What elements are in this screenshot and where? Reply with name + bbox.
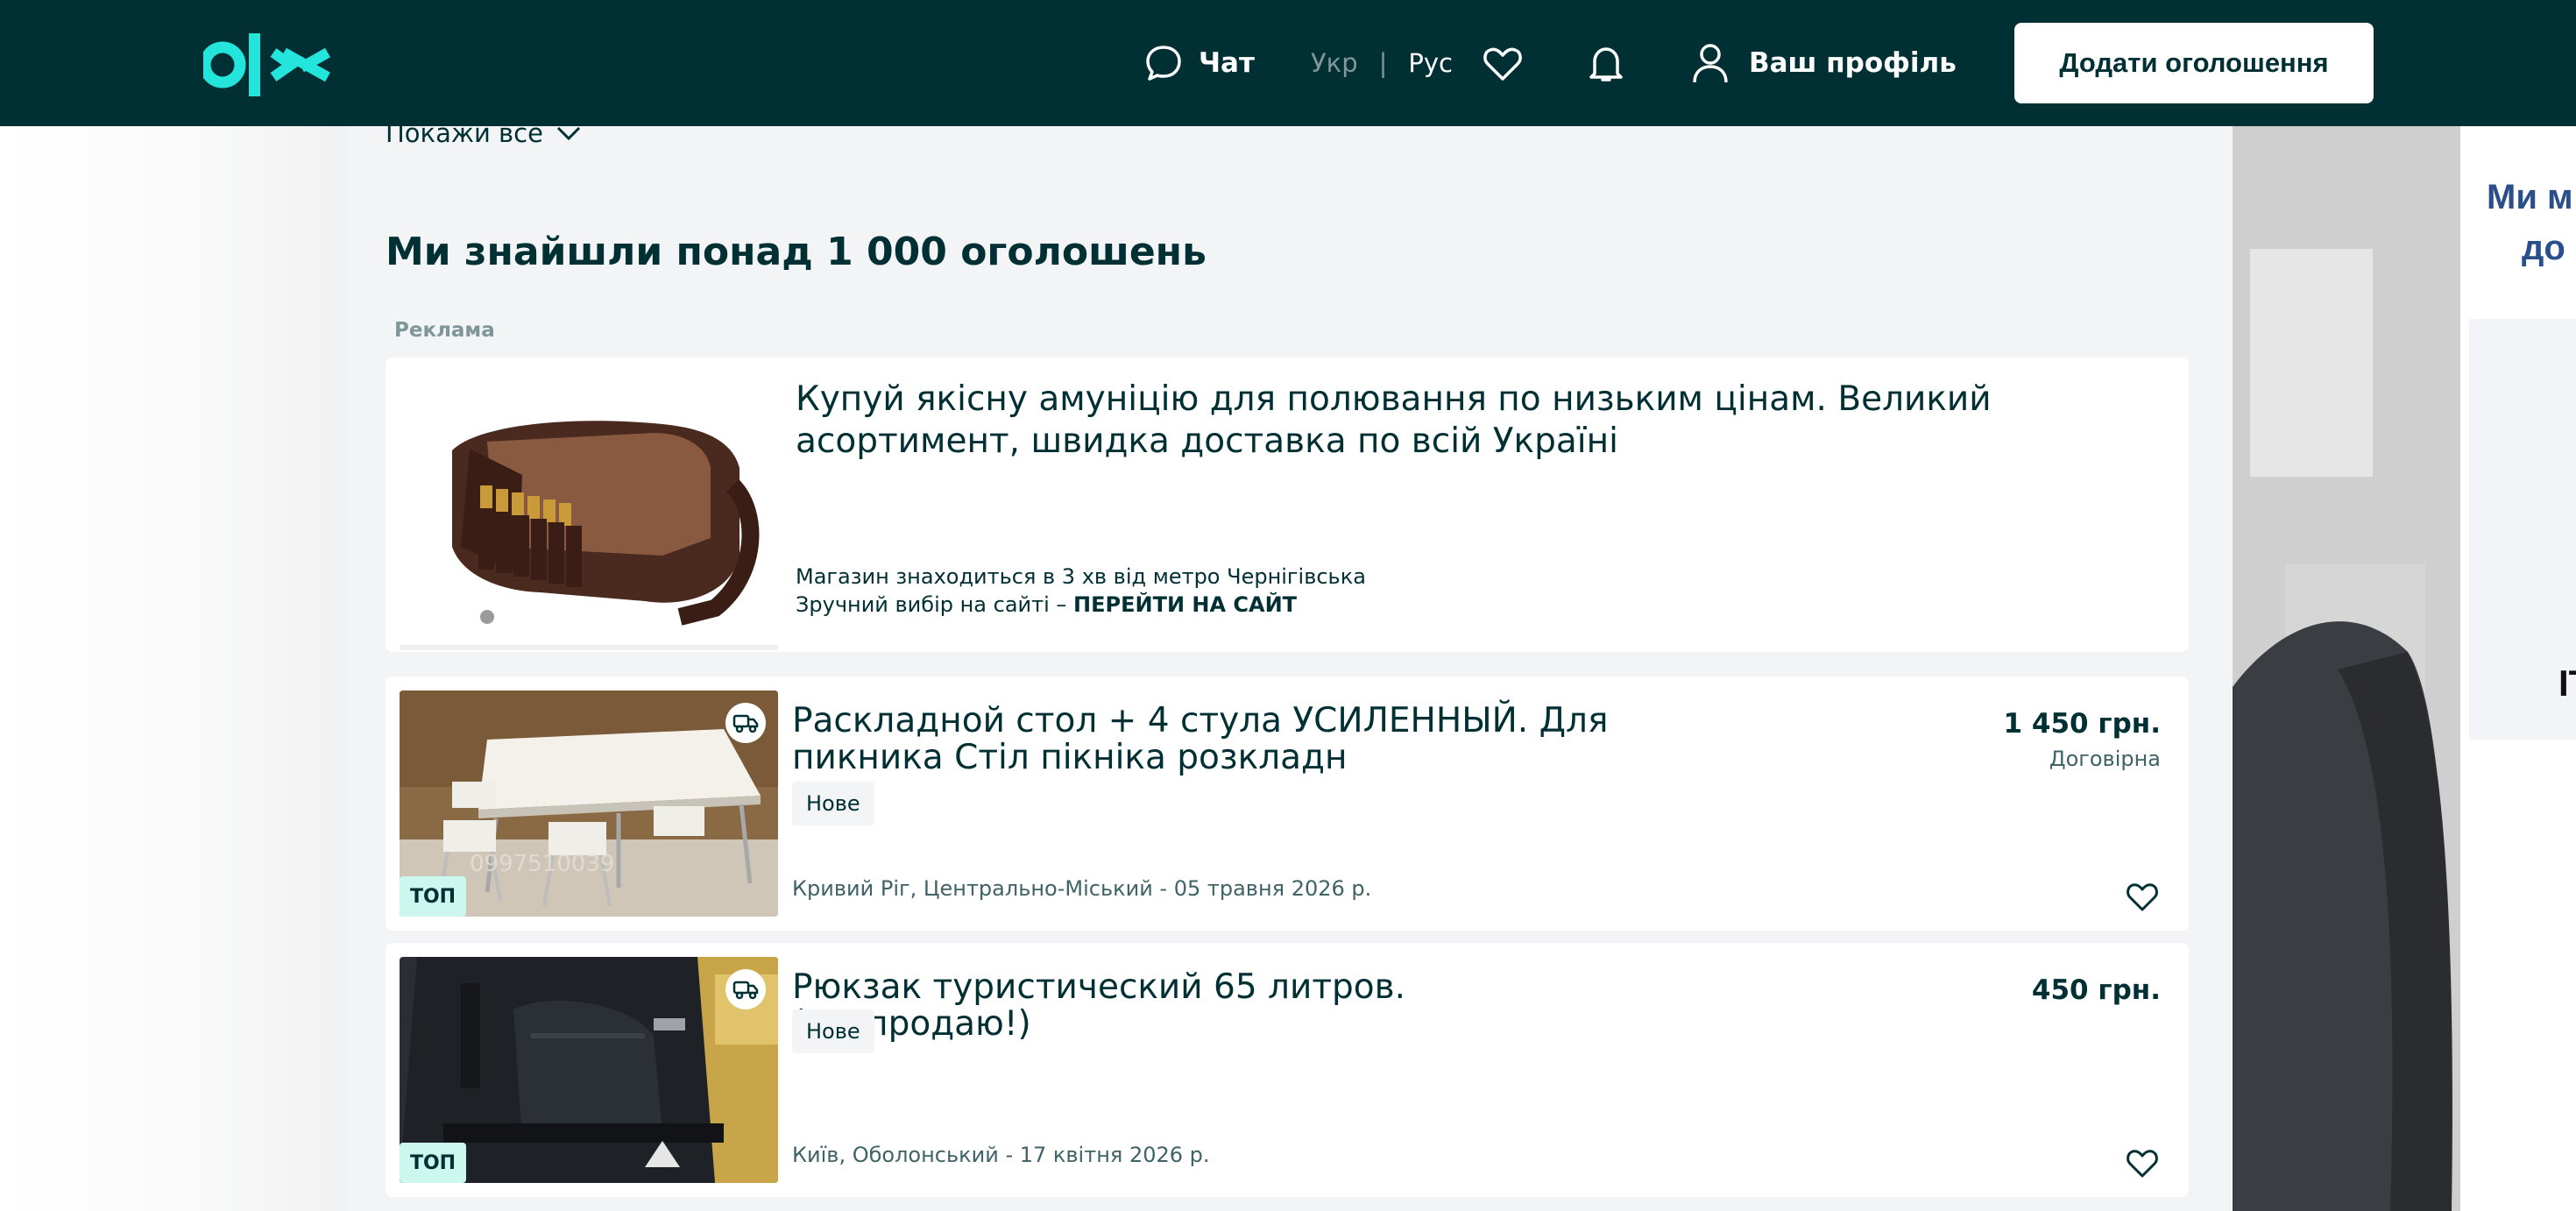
cartridge-belt-image <box>452 421 760 626</box>
top-navbar: Чат Укр | Рус Ваш профіль Додати оголоше… <box>0 0 2576 126</box>
delivery-icon <box>725 703 766 743</box>
listing-image[interactable]: 0997510039 ТОП <box>400 690 778 917</box>
bell-icon <box>1589 47 1623 81</box>
lang-ukr[interactable]: Укр <box>1311 48 1358 78</box>
lang-rus[interactable]: Рус <box>1408 48 1453 78</box>
listing-price: 1 450 грн. <box>2003 708 2161 740</box>
notifications-button[interactable] <box>1584 42 1628 86</box>
user-icon <box>1693 44 1728 83</box>
language-switcher: Укр | Рус <box>1311 46 1453 81</box>
ad-description-line1: Магазин знаходиться в 3 хв від метро Чер… <box>796 564 1366 589</box>
listing-title[interactable]: Рюкзак туристический 65 литров. (Распрод… <box>792 969 1633 1043</box>
favorites-button[interactable] <box>1481 42 1525 86</box>
ad-description-line2: Зручний вибір на сайті – ПЕРЕЙТИ НА САЙТ <box>796 592 1297 617</box>
listing-price: 450 грн. <box>2031 974 2161 1006</box>
olx-logo[interactable] <box>203 32 333 98</box>
heart-icon <box>1483 47 1522 81</box>
lang-separator: | <box>1378 48 1388 78</box>
ad-line2-prefix: Зручний вибір на сайті – <box>796 592 1074 617</box>
banner-side-text: IT <box>2558 662 2576 704</box>
listing-card[interactable]: 0997510039 ТОП Раскладной стол + 4 стула… <box>386 676 2189 931</box>
banner-text-line1: Ми м <box>2487 178 2573 216</box>
ad-card[interactable]: Купуй якісну амуніцію для полювання по н… <box>386 358 2189 652</box>
add-listing-button[interactable]: Додати оголошення <box>2014 23 2374 103</box>
ad-image <box>400 372 778 650</box>
top-badge: ТОП <box>400 1143 466 1183</box>
ad-site-link[interactable]: ПЕРЕЙТИ НА САЙТ <box>1073 592 1297 617</box>
profile-label: Ваш профіль <box>1749 47 1957 79</box>
ad-label: Реклама <box>394 319 495 342</box>
results-count-title: Ми знайшли понад 1 000 оголошень <box>386 230 1207 274</box>
left-gutter <box>0 126 345 1211</box>
top-badge: ТОП <box>400 876 466 917</box>
banner-image: Ми м до IT <box>2233 126 2576 1211</box>
location-date: Кривий Ріг, Центрально-Міський - 05 трав… <box>792 876 1372 901</box>
chat-label: Чат <box>1199 47 1255 79</box>
condition-tag: Нове <box>792 782 874 825</box>
listing-card[interactable]: ТОП Рюкзак туристический 65 литров. (Рас… <box>386 943 2189 1197</box>
ad-title[interactable]: Купуй якісну амуніцію для полювання по н… <box>796 379 2162 463</box>
delivery-icon <box>725 969 766 1009</box>
listing-image[interactable]: ТОП <box>400 957 778 1183</box>
chat-link[interactable]: Чат <box>1144 40 1255 86</box>
show-all-filters[interactable]: Покажи все <box>386 112 582 154</box>
side-banner-ad[interactable]: Ми м до IT <box>2233 126 2576 1211</box>
heart-icon <box>2127 1150 2158 1178</box>
banner-text-line2: до <box>2522 229 2565 267</box>
listing-title[interactable]: Раскладной стол + 4 стула УСИЛЕННЫЙ. Для… <box>792 703 1633 776</box>
chat-icon <box>1146 46 1181 81</box>
favorite-button[interactable] <box>2124 1144 2161 1181</box>
negotiable-label: Договірна <box>2049 747 2161 771</box>
image-watermark: 0997510039 <box>470 851 614 877</box>
condition-tag: Нове <box>792 1009 874 1053</box>
profile-link[interactable]: Ваш профіль <box>1691 39 1957 88</box>
heart-icon <box>2127 883 2158 911</box>
favorite-button[interactable] <box>2124 878 2161 915</box>
chevron-down-icon <box>556 126 580 141</box>
location-date: Київ, Оболонський - 17 квітня 2026 р. <box>792 1143 1210 1167</box>
show-all-label: Покажи все <box>386 118 543 148</box>
